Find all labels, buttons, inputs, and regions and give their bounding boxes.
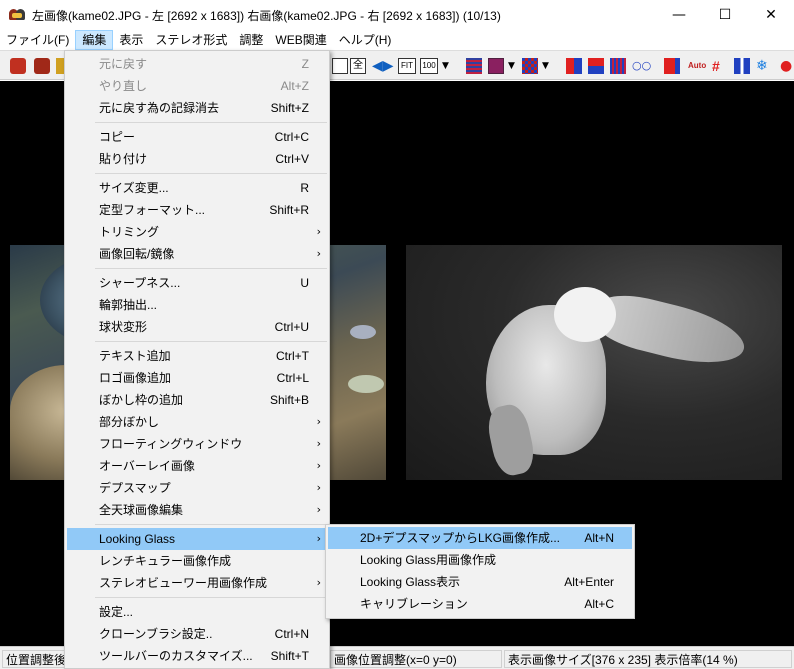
color-adjust-icon[interactable]	[664, 58, 680, 74]
minimize-button[interactable]: —	[656, 0, 702, 30]
menu-separator	[95, 524, 327, 525]
submenu-arrow-icon: ›	[316, 481, 321, 494]
close-button[interactable]: ✕	[748, 0, 794, 30]
full-screen-icon[interactable]: 全	[350, 58, 366, 74]
side-by-side-icon[interactable]	[566, 58, 582, 74]
menu-item-settings[interactable]: 設定...	[67, 601, 327, 623]
menu-separator	[95, 173, 327, 174]
menu-item-floating-window[interactable]: フローティングウィンドウ ›	[67, 433, 327, 455]
menu-separator	[95, 341, 327, 342]
menu-item-looking-glass[interactable]: Looking Glass ›	[67, 528, 327, 550]
menu-file[interactable]: ファイル(F)	[0, 30, 75, 50]
menu-item-paste[interactable]: 貼り付け Ctrl+V	[67, 148, 327, 170]
status-left: 位置調整後	[2, 650, 66, 668]
menu-separator	[95, 122, 327, 123]
zoom-dropdown-icon[interactable]: ▼	[442, 58, 452, 74]
menu-item-clone-brush[interactable]: クローンブラシ設定.. Ctrl+N	[67, 623, 327, 645]
interlace-icon[interactable]	[610, 58, 626, 74]
submenu-arrow-icon: ›	[316, 225, 321, 238]
submenu-item-calibration[interactable]: キャリブレーション Alt+C	[328, 593, 632, 615]
swap-arrows-icon[interactable]: ◀▶	[372, 58, 394, 74]
menu-adjust[interactable]: 調整	[233, 30, 269, 50]
open-left-icon[interactable]	[10, 58, 26, 74]
menu-item-fixed-format[interactable]: 定型フォーマット... Shift+R	[67, 199, 327, 221]
pin-icon[interactable]: ●	[780, 58, 792, 74]
window-title: 左画像(kame02.JPG - 左 [2692 x 1683]) 右画像(ka…	[32, 8, 501, 23]
open-right-icon[interactable]	[34, 58, 50, 74]
menu-separator	[95, 597, 327, 598]
submenu-arrow-icon: ›	[316, 503, 321, 516]
menu-item-copy[interactable]: コピー Ctrl+C	[67, 126, 327, 148]
anaglyph-dropdown-icon[interactable]: ▼	[508, 58, 518, 74]
maximize-button[interactable]: ☐	[702, 0, 748, 30]
menu-item-lenticular[interactable]: レンチキュラー画像作成	[67, 550, 327, 572]
menu-view[interactable]: 表示	[113, 30, 149, 50]
snowflake-icon[interactable]: ❄	[756, 58, 772, 74]
frame-icon[interactable]	[332, 58, 348, 74]
over-under-icon[interactable]	[588, 58, 604, 74]
anaglyph-icon[interactable]	[488, 58, 504, 74]
checker-dropdown-icon[interactable]: ▼	[542, 58, 552, 74]
menu-item-360-edit[interactable]: 全天球画像編集 ›	[67, 499, 327, 521]
menu-item-undo[interactable]: 元に戻す Z	[67, 53, 327, 75]
auto-adjust-icon[interactable]: Auto	[688, 58, 706, 74]
menu-item-stereo-viewer[interactable]: ステレオビューワー用画像作成 ›	[67, 572, 327, 594]
menu-bar: ファイル(F) 編集 表示 ステレオ形式 調整 WEB関連 ヘルプ(H)	[0, 30, 794, 50]
menu-separator	[95, 268, 327, 269]
submenu-arrow-icon: ›	[316, 576, 321, 589]
zoom-100-icon[interactable]: 100	[420, 58, 438, 74]
glasses-icon[interactable]: ○○	[632, 58, 651, 74]
fit-icon[interactable]: FIT	[398, 58, 416, 74]
status-position: 画像位置調整(x=0 y=0)	[330, 650, 502, 668]
menu-item-spherize[interactable]: 球状変形 Ctrl+U	[67, 316, 327, 338]
menu-web[interactable]: WEB関連	[269, 30, 332, 50]
submenu-arrow-icon: ›	[316, 532, 321, 545]
menu-item-resize[interactable]: サイズ変更... R	[67, 177, 327, 199]
menu-item-clear-undo[interactable]: 元に戻す為の記録消去 Shift+Z	[67, 97, 327, 119]
submenu-item-lkg-image-create[interactable]: Looking Glass用画像作成	[328, 549, 632, 571]
menu-item-sharpness[interactable]: シャープネス... U	[67, 272, 327, 294]
menu-stereo-format[interactable]: ステレオ形式	[149, 30, 233, 50]
menu-item-partial-blur[interactable]: 部分ぼかし ›	[67, 411, 327, 433]
menu-item-overlay-image[interactable]: オーバーレイ画像 ›	[67, 455, 327, 477]
right-image-depth-map	[406, 245, 782, 480]
menu-item-redo[interactable]: やり直し Alt+Z	[67, 75, 327, 97]
checker-icon[interactable]	[522, 58, 538, 74]
submenu-arrow-icon: ›	[316, 247, 321, 260]
menu-item-add-text[interactable]: テキスト追加 Ctrl+T	[67, 345, 327, 367]
submenu-arrow-icon: ›	[316, 459, 321, 472]
submenu-arrow-icon: ›	[316, 415, 321, 428]
title-bar: 左画像(kame02.JPG - 左 [2692 x 1683]) 右画像(ka…	[0, 0, 794, 30]
edit-menu: 元に戻す Z やり直し Alt+Z 元に戻す為の記録消去 Shift+Z コピー Ctr…	[64, 50, 330, 669]
app-icon[interactable]	[8, 6, 26, 24]
looking-glass-submenu: 2D+デプスマップからLKG画像作成... Alt+N Looking Glass…	[325, 524, 635, 619]
menu-item-customize-toolbar[interactable]: ツールバーのカスタマイズ... Shift+T	[67, 645, 327, 667]
submenu-arrow-icon: ›	[316, 437, 321, 450]
menu-item-depth-map[interactable]: デプスマップ ›	[67, 477, 327, 499]
status-display-size: 表示画像サイズ[376 x 235] 表示倍率(14 %)	[504, 650, 792, 668]
grid-icon[interactable]: #	[712, 58, 728, 74]
menu-item-edge-detect[interactable]: 輪郭抽出...	[67, 294, 327, 316]
menu-item-rotate-mirror[interactable]: 画像回転/鏡像 ›	[67, 243, 327, 265]
menu-item-add-logo[interactable]: ロゴ画像追加 Ctrl+L	[67, 367, 327, 389]
folder-icon[interactable]	[56, 58, 64, 74]
stereo-line-icon[interactable]	[466, 58, 482, 74]
menu-help[interactable]: ヘルプ(H)	[333, 30, 398, 50]
submenu-item-lkg-from-depth[interactable]: 2D+デプスマップからLKG画像作成... Alt+N	[328, 527, 632, 549]
split-icon[interactable]	[734, 58, 750, 74]
menu-item-trimming[interactable]: トリミング ›	[67, 221, 327, 243]
submenu-item-lkg-display[interactable]: Looking Glass表示 Alt+Enter	[328, 571, 632, 593]
menu-edit[interactable]: 編集	[75, 30, 114, 50]
menu-item-add-blur-frame[interactable]: ぼかし枠の追加 Shift+B	[67, 389, 327, 411]
